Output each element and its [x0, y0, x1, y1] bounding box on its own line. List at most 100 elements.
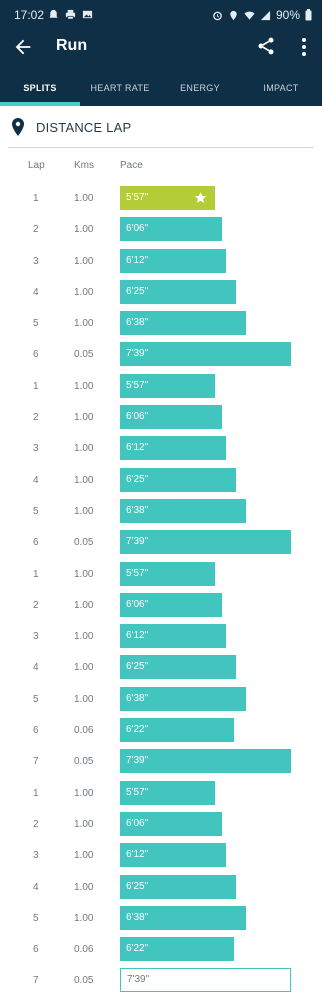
pace-value: 6'38" [126, 911, 149, 923]
lap-number: 1 [33, 193, 39, 204]
pace-value: 6'25" [126, 285, 149, 297]
lap-number: 3 [33, 443, 39, 455]
lap-row: 2 1.00 6'06" [0, 591, 322, 622]
pace-bar: 6'22" [120, 718, 234, 743]
pace-value: 6'06" [126, 223, 149, 235]
system-icons: 90% [212, 8, 312, 22]
lap-row: 4 1.00 6'25" [0, 873, 322, 904]
lap-number: 3 [33, 255, 39, 267]
star-icon [194, 192, 207, 203]
pace-value: 6'06" [126, 598, 149, 610]
lap-row: 4 1.00 6'25" [0, 653, 322, 684]
lap-distance: 1.00 [74, 224, 94, 236]
lap-distance: 0.05 [74, 975, 94, 987]
pace-value: 7'39" [126, 348, 149, 360]
lap-row: 6 0.06 6'22" [0, 935, 322, 966]
lap-distance: 1.00 [74, 787, 94, 799]
lap-distance: 1.00 [74, 568, 94, 580]
lap-number: 4 [33, 881, 39, 893]
pace-value: 7'39" [126, 755, 149, 767]
column-header-lap: Lap [28, 160, 45, 171]
pace-value: 5'57" [126, 786, 149, 798]
pace-value: 6'22" [126, 943, 149, 955]
pace-bar: 6'12" [120, 248, 226, 273]
lap-row: 1 1.00 5'57" [0, 372, 322, 403]
lap-distance: 0.06 [74, 944, 94, 956]
pace-value: 6'12" [126, 442, 149, 454]
back-arrow-icon[interactable] [12, 36, 34, 58]
lap-row: 7 0.05 7'39" [0, 747, 322, 778]
share-icon[interactable] [256, 36, 276, 56]
lap-row: 5 1.00 6'38" [0, 497, 322, 528]
lap-number: 3 [33, 850, 39, 862]
lap-row: 2 1.00 6'06" [0, 403, 322, 434]
lap-distance: 1.00 [74, 412, 94, 424]
pace-bar: 6'25" [120, 655, 236, 680]
lap-distance: 1.00 [74, 693, 94, 705]
lap-number: 4 [33, 286, 39, 298]
lap-number: 2 [33, 818, 39, 830]
lap-distance: 1.00 [74, 318, 94, 330]
lap-row: 1 1.00 5'57" [0, 184, 322, 215]
pace-bar: 6'12" [120, 843, 226, 868]
battery-percent: 90% [275, 8, 300, 22]
pace-bar: 6'06" [120, 811, 222, 836]
lap-distance: 1.00 [74, 505, 94, 517]
lap-number: 6 [33, 725, 39, 737]
lap-row: 7 0.05 7'39" [0, 966, 322, 997]
lap-row: 5 1.00 6'38" [0, 904, 322, 935]
lap-number: 5 [33, 505, 39, 517]
lap-number: 1 [33, 568, 39, 580]
pace-value: 7'39" [126, 536, 149, 548]
pace-value: 5'57" [126, 567, 149, 579]
tab-impact[interactable]: IMPACT [240, 67, 322, 106]
location-pin-icon [12, 118, 24, 136]
lap-distance: 0.06 [74, 725, 94, 737]
alarm-icon [213, 11, 222, 20]
pace-bar: 7'39" [120, 749, 291, 774]
lap-distance: 1.00 [74, 912, 94, 924]
active-tab-indicator [0, 102, 80, 106]
tab-splits[interactable]: SPLITS [0, 67, 80, 106]
tab-heart-rate[interactable]: HEART RATE [80, 67, 160, 106]
pace-bar: 5'57" [120, 186, 215, 210]
pace-value: 5'57" [126, 192, 149, 203]
pace-bar: 7'39" [120, 530, 291, 555]
pace-bar: 6'06" [120, 217, 222, 242]
column-headers: Lap Kms Pace [0, 158, 322, 174]
pace-bar: 6'25" [120, 279, 236, 304]
lap-row: 1 1.00 5'57" [0, 560, 322, 591]
more-options-icon[interactable] [300, 36, 308, 58]
location-icon [230, 10, 237, 20]
pace-bar: 6'38" [120, 311, 246, 336]
lap-row: 6 0.05 7'39" [0, 340, 322, 371]
pace-bar: 6'25" [120, 467, 236, 492]
lap-row: 3 1.00 6'12" [0, 434, 322, 465]
lap-number: 1 [33, 380, 39, 392]
lap-number: 5 [33, 693, 39, 705]
pace-value: 7'39" [127, 974, 150, 986]
pace-bar: 6'06" [120, 405, 222, 430]
status-time: 17:02 [14, 8, 45, 22]
lap-number: 5 [33, 318, 39, 330]
lap-distance: 1.00 [74, 818, 94, 830]
lap-row: 1 1.00 5'57" [0, 779, 322, 810]
lap-row: 3 1.00 6'12" [0, 841, 322, 872]
pace-bar: 6'12" [120, 624, 226, 649]
lap-distance: 0.05 [74, 537, 94, 549]
pace-value: 6'22" [126, 724, 149, 736]
notification-icon [49, 9, 58, 18]
column-header-kms: Kms [74, 160, 94, 171]
lap-distance: 1.00 [74, 286, 94, 298]
lap-number: 3 [33, 631, 39, 643]
battery-icon [305, 9, 312, 21]
pace-value: 6'38" [126, 692, 149, 704]
pace-value: 6'12" [126, 254, 149, 266]
section-header: DISTANCE LAP [0, 108, 322, 148]
column-header-pace: Pace [120, 160, 143, 171]
tab-energy[interactable]: ENERGY [160, 67, 240, 106]
pace-bar: 7'39" [120, 968, 291, 993]
app-bar: Run [0, 30, 322, 67]
lap-number: 7 [33, 756, 39, 768]
lap-number: 7 [33, 975, 39, 987]
